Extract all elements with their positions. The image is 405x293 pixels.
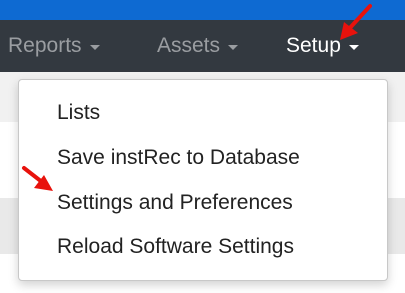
caret-down-icon bbox=[228, 44, 239, 50]
red-arrow-icon bbox=[340, 4, 372, 40]
red-arrow-icon bbox=[22, 166, 53, 191]
menu-item-reload-settings[interactable]: Reload Software Settings bbox=[57, 235, 294, 259]
menu-item-save-instrec[interactable]: Save instRec to Database bbox=[57, 146, 300, 170]
nav-item-reports[interactable]: Reports bbox=[8, 20, 100, 72]
caret-down-icon bbox=[348, 44, 359, 50]
nav-setup-label: Setup bbox=[286, 34, 341, 57]
nav-item-assets[interactable]: Assets bbox=[157, 20, 239, 72]
setup-dropdown-menu: Lists Save instRec to Database Settings … bbox=[18, 79, 388, 281]
menu-item-lists[interactable]: Lists bbox=[57, 101, 100, 125]
nav-assets-label: Assets bbox=[157, 34, 221, 57]
menu-item-settings-preferences[interactable]: Settings and Preferences bbox=[57, 191, 293, 215]
caret-down-icon bbox=[89, 44, 100, 50]
nav-reports-label: Reports bbox=[8, 34, 82, 57]
